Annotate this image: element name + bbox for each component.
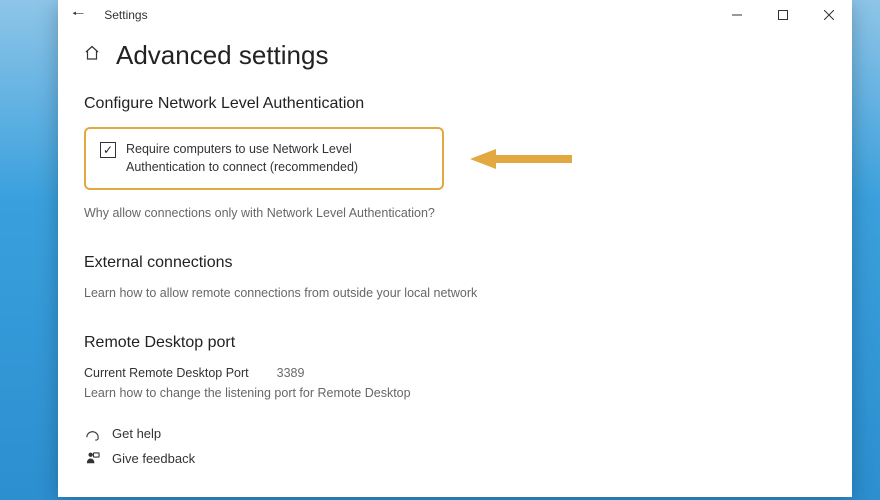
external-learn-link[interactable]: Learn how to allow remote connections fr… [84, 286, 826, 300]
window-title: Settings [104, 8, 147, 22]
external-heading: External connections [84, 254, 826, 272]
footer-links: Get help Give feedback [84, 426, 826, 466]
home-icon[interactable] [84, 45, 100, 66]
port-heading: Remote Desktop port [84, 334, 826, 352]
arrow-callout-icon [466, 145, 576, 173]
nla-why-link[interactable]: Why allow connections only with Network … [84, 206, 826, 220]
titlebar: 🠐 Settings [58, 0, 852, 30]
feedback-icon [84, 451, 100, 466]
get-help-label: Get help [112, 426, 161, 441]
content-area: Advanced settings Configure Network Leve… [58, 30, 852, 497]
nla-highlight-box: Require computers to use Network Level A… [84, 127, 444, 190]
nla-checkbox[interactable] [100, 142, 116, 158]
close-button[interactable] [806, 0, 852, 30]
port-learn-link[interactable]: Learn how to change the listening port f… [84, 386, 826, 400]
nla-heading: Configure Network Level Authentication [84, 95, 826, 113]
minimize-button[interactable] [714, 0, 760, 30]
page-title: Advanced settings [116, 40, 328, 71]
back-button[interactable]: 🠐 [72, 3, 84, 27]
port-current-label: Current Remote Desktop Port [84, 366, 249, 380]
help-icon [84, 426, 100, 441]
give-feedback-link[interactable]: Give feedback [84, 451, 826, 466]
get-help-link[interactable]: Get help [84, 426, 826, 441]
nla-checkbox-label: Require computers to use Network Level A… [126, 141, 428, 176]
settings-window: 🠐 Settings Advanced settings Configur [58, 0, 852, 497]
port-current-value: 3389 [277, 366, 305, 380]
give-feedback-label: Give feedback [112, 451, 195, 466]
maximize-button[interactable] [760, 0, 806, 30]
window-controls [714, 0, 852, 30]
